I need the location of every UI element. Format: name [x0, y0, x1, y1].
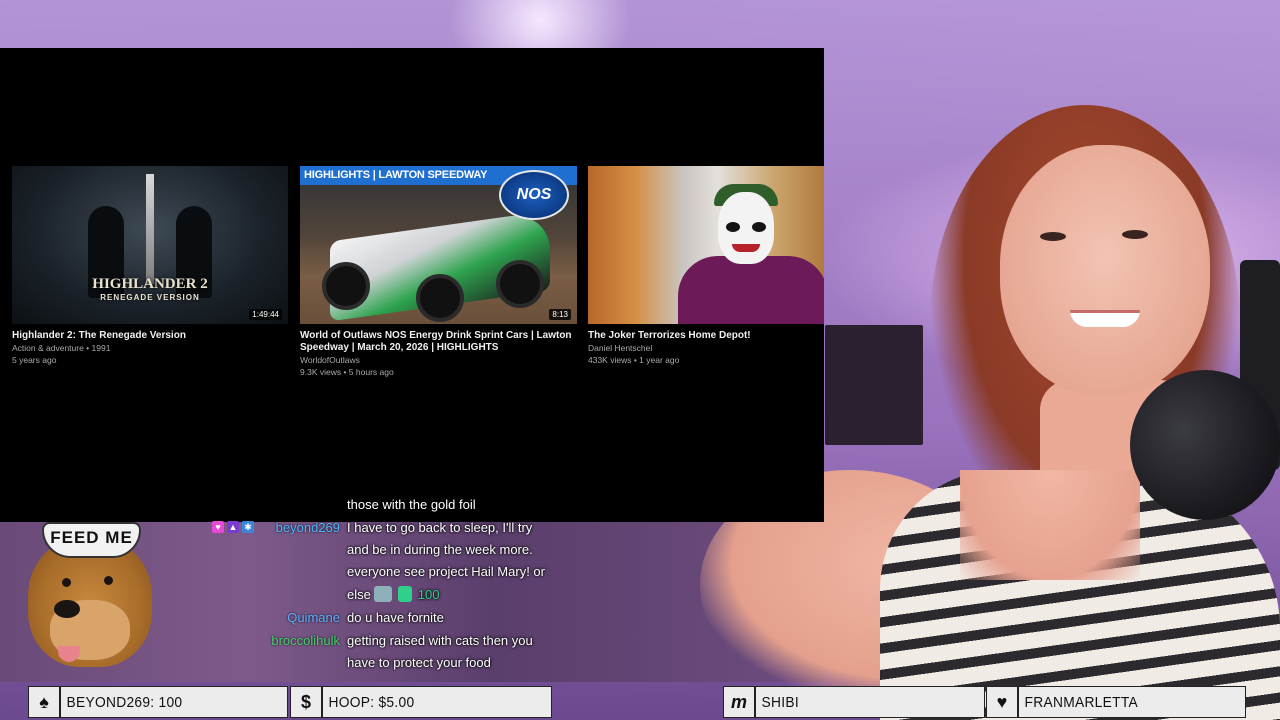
chat-message: getting raised with cats then you — [347, 633, 533, 648]
wheel-icon — [322, 262, 370, 310]
joker-eye — [726, 222, 740, 232]
joker-eye — [752, 222, 766, 232]
microphone-icon — [1130, 370, 1280, 520]
video-title[interactable]: Highlander 2: The Renegade Version — [12, 330, 288, 342]
nos-logo-icon: NOS — [499, 170, 569, 220]
joker-face — [718, 192, 774, 264]
video-title[interactable]: World of Outlaws NOS Energy Drink Sprint… — [300, 330, 577, 354]
chat-username[interactable]: beyond269 — [250, 517, 340, 539]
video-meta: Action & adventure • 1991 — [12, 343, 111, 353]
tag-label: SHIBI — [761, 693, 799, 711]
tag-label: HOOP: $5.00 — [328, 693, 415, 711]
latest-donation-tag: $ HOOP: $5.00 — [290, 686, 552, 718]
bits-badge-icon: ▲ — [227, 521, 239, 533]
video-card-world-of-outlaws[interactable]: HIGHLIGHTS | LAWTON SPEEDWAY NOS 8:13 Wo… — [300, 166, 577, 378]
chat-text: else — [347, 587, 371, 602]
streamer-chest — [960, 470, 1140, 580]
video-thumbnail[interactable]: HIGHLANDER 2 RENEGADE VERSION 1:49:44 — [12, 166, 288, 324]
user-badges: ♥ ▲ ✱ — [212, 521, 254, 533]
joker-suit — [678, 256, 824, 324]
video-recommendations-panel: HIGHLANDER 2 RENEGADE VERSION 1:49:44 Hi… — [0, 48, 824, 522]
latest-cheer-tag: ♠ BEYOND269: 100 — [28, 686, 288, 718]
duration-badge: 8:13 — [549, 309, 571, 320]
streamer-smile — [1070, 310, 1140, 327]
latest-follower-tag: ♥ FRANMARLETTA — [986, 686, 1246, 718]
video-thumbnail[interactable] — [588, 166, 824, 324]
streamer-left-eye — [1040, 232, 1066, 241]
background-monitor — [825, 325, 923, 445]
latest-member-tag: m SHIBI — [723, 686, 985, 718]
wheel-icon — [496, 260, 544, 308]
sword-icon — [146, 174, 154, 284]
video-age: 5 years ago — [12, 355, 57, 365]
chat-message: have to protect your food — [347, 655, 491, 670]
dog-eye — [104, 576, 113, 585]
chat-message: else 100 — [347, 584, 439, 606]
video-card-highlander[interactable]: HIGHLANDER 2 RENEGADE VERSION 1:49:44 Hi… — [12, 166, 288, 366]
heart-icon: ♥ — [987, 687, 1019, 717]
video-title[interactable]: The Joker Terrorizes Home Depot! — [588, 330, 824, 342]
channel-name[interactable]: WorldofOutlaws — [300, 354, 577, 366]
video-stats: 433K views • 1 year ago — [588, 355, 680, 365]
chat-message: everyone see project Hail Mary! or — [347, 564, 545, 579]
chat-username[interactable]: Quimane — [250, 607, 340, 629]
dollar-icon: $ — [291, 687, 323, 717]
channel-name[interactable]: Daniel Hentschel — [588, 342, 824, 354]
joker-mouth — [732, 244, 760, 252]
spade-icon: ♠ — [29, 687, 61, 717]
tag-label: FRANMARLETTA — [1024, 693, 1138, 711]
video-thumbnail[interactable]: HIGHLIGHTS | LAWTON SPEEDWAY NOS 8:13 — [300, 166, 577, 324]
tag-label: BEYOND269: 100 — [66, 693, 183, 711]
chat-message: those with the gold foil — [347, 497, 476, 512]
m-logo-icon: m — [724, 687, 756, 717]
chat-message: I have to go back to sleep, I'll try — [347, 520, 533, 535]
streamer-right-eye — [1122, 230, 1148, 239]
streamer-face — [1000, 145, 1210, 395]
dog-nose — [54, 600, 80, 618]
thumbnail-title-art: HIGHLANDER 2 RENEGADE VERSION — [92, 276, 208, 303]
duration-badge: 1:49:44 — [249, 309, 282, 320]
chat-message: and be in during the week more. — [347, 542, 533, 557]
video-stats: 9.3K views • 5 hours ago — [300, 367, 394, 377]
chat-message: do u have fornite — [347, 610, 444, 625]
emote-icon — [374, 586, 393, 602]
wheel-icon — [416, 274, 464, 322]
cheer-icon — [398, 586, 413, 602]
dog-hat: FEED ME — [42, 522, 141, 558]
heart-badge-icon: ♥ — [212, 521, 224, 533]
chat-username[interactable]: broccolihulk — [230, 630, 340, 652]
cheer-amount: 100 — [417, 587, 440, 602]
video-card-joker[interactable]: The Joker Terrorizes Home Depot! Daniel … — [588, 166, 824, 366]
dog-eye — [62, 578, 71, 587]
